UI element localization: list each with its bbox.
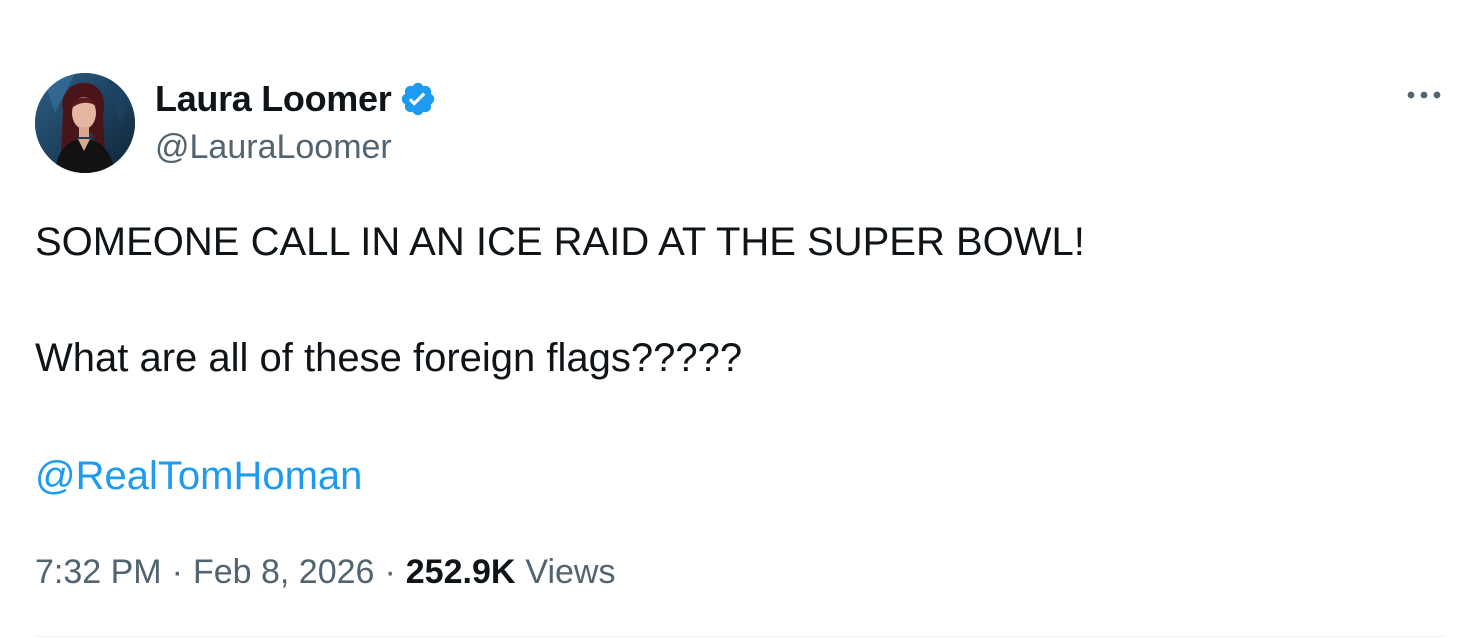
tweet-meta: 7:32 PM · Feb 8, 2026 · 252.9K Views	[35, 553, 616, 592]
tweet-card: Laura Loomer @LauraLoomer SOMEONE CALL I…	[0, 0, 1482, 639]
tweet-text-line: SOMEONE CALL IN AN ICE RAID AT THE SUPER…	[35, 220, 1085, 264]
author-name-text[interactable]: Laura Loomer	[155, 78, 392, 120]
more-button[interactable]	[1404, 80, 1444, 110]
tweet-time[interactable]: 7:32 PM	[35, 553, 162, 592]
author-name[interactable]: Laura Loomer	[155, 78, 437, 120]
more-horizontal-icon	[1407, 91, 1441, 99]
views-count[interactable]: 252.9K	[406, 553, 516, 592]
avatar-image	[35, 73, 135, 173]
meta-separator: ·	[384, 553, 396, 591]
tweet-text-line: What are all of these foreign flags?????	[35, 336, 743, 380]
tweet-date[interactable]: Feb 8, 2026	[193, 553, 374, 592]
verified-badge-icon[interactable]	[399, 80, 437, 118]
views-label: Views	[525, 553, 616, 591]
avatar[interactable]	[35, 73, 135, 173]
author-handle[interactable]: @LauraLoomer	[155, 128, 392, 167]
divider	[35, 636, 1445, 637]
mention-link[interactable]: @RealTomHoman	[35, 452, 362, 500]
meta-separator: ·	[171, 553, 183, 591]
